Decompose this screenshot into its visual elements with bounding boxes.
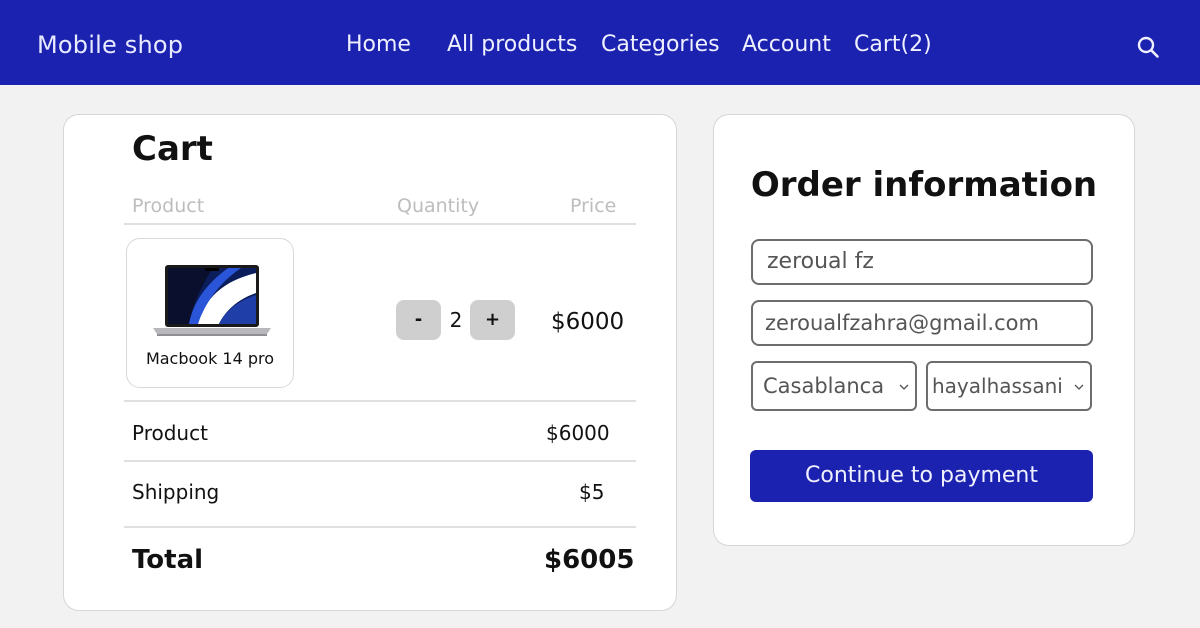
chevron-down-icon [1074, 384, 1084, 390]
divider [124, 526, 636, 528]
quantity-increase-button[interactable]: + [470, 300, 515, 340]
nav-all-products[interactable]: All products [447, 32, 577, 57]
order-title: Order information [750, 165, 1098, 205]
nav-cart[interactable]: Cart(2) [854, 32, 932, 57]
divider [124, 400, 636, 402]
summary-product-value: $6000 [546, 421, 610, 445]
cart-panel: Cart Product Quantity Price Macbook 14 p… [63, 114, 677, 611]
city-select[interactable]: Casablanca [751, 361, 917, 411]
quantity-decrease-button[interactable]: - [396, 300, 441, 340]
cart-title: Cart [132, 129, 213, 169]
district-select-value: hayalhassani [932, 374, 1063, 398]
district-select[interactable]: hayalhassani [926, 361, 1092, 411]
item-price: $6000 [551, 309, 625, 335]
name-field[interactable]: zeroual fz [751, 239, 1093, 285]
nav-home[interactable]: Home [346, 32, 411, 57]
divider [124, 223, 636, 225]
quantity-value: 2 [449, 308, 463, 332]
column-header-quantity: Quantity [397, 195, 480, 217]
search-icon[interactable] [1136, 35, 1160, 59]
laptop-image [153, 265, 271, 336]
summary-total-label: Total [132, 545, 204, 575]
summary-product-label: Product [132, 421, 208, 445]
summary-total-value: $6005 [544, 545, 635, 575]
continue-to-payment-button[interactable]: Continue to payment [750, 450, 1093, 502]
nav-account[interactable]: Account [742, 32, 831, 57]
product-name[interactable]: Macbook 14 pro [127, 349, 293, 368]
divider [124, 460, 636, 462]
email-field[interactable]: zeroualfzahra@gmail.com [751, 300, 1093, 346]
column-header-product: Product [132, 195, 205, 217]
summary-shipping-label: Shipping [132, 480, 220, 504]
nav-categories[interactable]: Categories [601, 32, 720, 57]
column-header-price: Price [570, 195, 617, 217]
summary-shipping-value: $5 [579, 480, 605, 504]
product-card[interactable]: Macbook 14 pro [126, 238, 294, 388]
chevron-down-icon [899, 384, 909, 390]
brand-logo[interactable]: Mobile shop [37, 31, 183, 59]
order-information-panel: Order information zeroual fz zeroualfzah… [713, 114, 1135, 546]
city-select-value: Casablanca [763, 374, 885, 398]
top-navbar: Mobile shop Home All products Categories… [0, 0, 1200, 85]
